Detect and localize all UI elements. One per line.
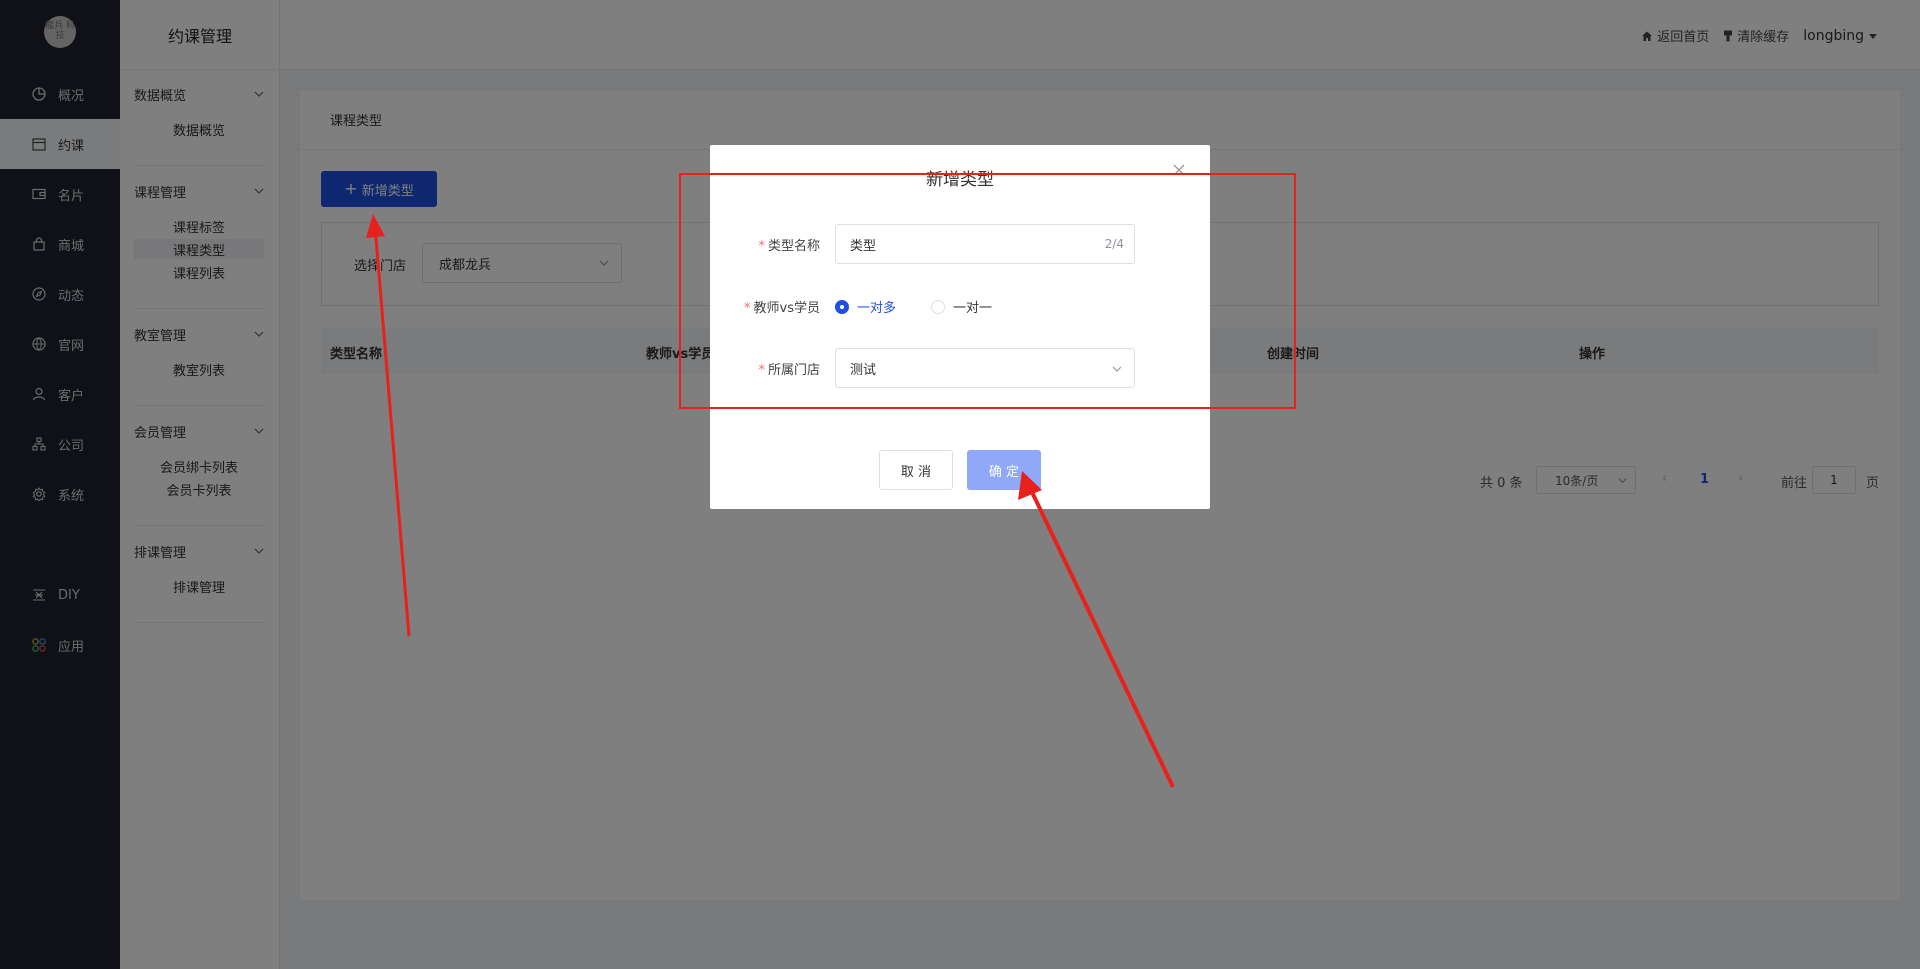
- annotation-box: [679, 173, 1296, 409]
- confirm-button[interactable]: 确 定: [967, 450, 1041, 490]
- cancel-button[interactable]: 取 消: [879, 450, 953, 490]
